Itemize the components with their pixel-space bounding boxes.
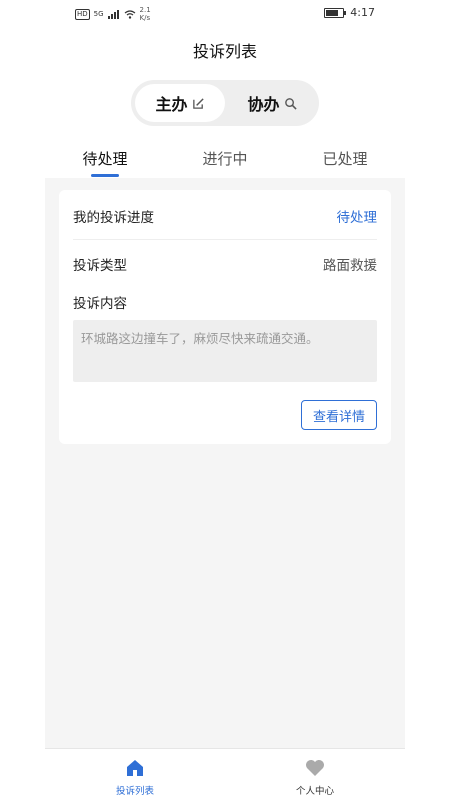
type-value: 路面救援: [323, 258, 377, 274]
home-icon: [127, 760, 143, 776]
signal-icon: [107, 9, 119, 19]
segment-primary-label: 主办: [155, 95, 188, 114]
type-label: 投诉类型: [73, 258, 127, 274]
status-left: HD 5G 2.1 K/s: [75, 6, 151, 22]
nav-complaint-list-label: 投诉列表: [115, 786, 154, 797]
content-label: 投诉内容: [73, 296, 127, 312]
segment-assist-label: 协办: [247, 95, 280, 114]
page-title: 投诉列表: [192, 42, 257, 61]
nav-complaint-list[interactable]: 投诉列表: [75, 757, 195, 797]
nav-personal-center[interactable]: 个人中心: [255, 757, 375, 797]
tab-processed[interactable]: 已处理: [285, 148, 405, 169]
segment-primary[interactable]: 主办: [135, 84, 225, 122]
active-tab-indicator: [91, 174, 119, 177]
card-divider: [73, 239, 377, 240]
network-speed: 2.1 K/s: [140, 6, 151, 22]
type-row: 投诉类型 路面救援: [73, 254, 377, 274]
network-speed-unit: K/s: [139, 14, 151, 22]
status-right: 4:17: [324, 6, 375, 19]
complaint-card: 我的投诉进度 待处理 投诉类型 路面救援 投诉内容 环城路这边撞车了，麻烦尽快来…: [59, 190, 391, 444]
segment-assist[interactable]: 协办: [227, 84, 317, 122]
tab-pending[interactable]: 待处理: [45, 148, 165, 169]
bottom-nav: 投诉列表 个人中心: [45, 748, 405, 800]
search-icon: [284, 97, 297, 110]
content-row: 投诉内容: [73, 292, 377, 312]
nav-personal-center-label: 个人中心: [295, 786, 334, 797]
hd-badge: HD: [75, 8, 90, 20]
wifi-icon: [124, 9, 135, 19]
content-text: 环城路这边撞车了，麻烦尽快来疏通交通。: [73, 320, 377, 382]
header: 投诉列表: [45, 28, 405, 72]
progress-label: 我的投诉进度: [73, 210, 154, 226]
edit-icon: [192, 97, 204, 109]
battery-fill: [326, 9, 339, 16]
role-segment-control: 主办 协办: [131, 80, 319, 126]
progress-row: 我的投诉进度 待处理: [73, 206, 377, 226]
status-tabs: 待处理 进行中 已处理: [45, 140, 405, 178]
progress-status: 待处理: [336, 210, 378, 226]
status-bar: HD 5G 2.1 K/s 4:17: [45, 0, 405, 28]
view-detail-button[interactable]: 查看详情: [301, 400, 377, 430]
status-time: 4:17: [350, 6, 375, 19]
heart-icon: [306, 760, 324, 776]
tab-in-progress[interactable]: 进行中: [165, 148, 285, 169]
battery-icon: [324, 7, 347, 18]
segment-area: 主办 协办: [45, 72, 405, 140]
network-speed-value: 2.1: [139, 6, 151, 14]
phone-screen: HD 5G 2.1 K/s 4:17 投诉列表 主办 协办 待处理 进行中 已处…: [45, 0, 405, 800]
network-label: 5G: [93, 10, 104, 18]
